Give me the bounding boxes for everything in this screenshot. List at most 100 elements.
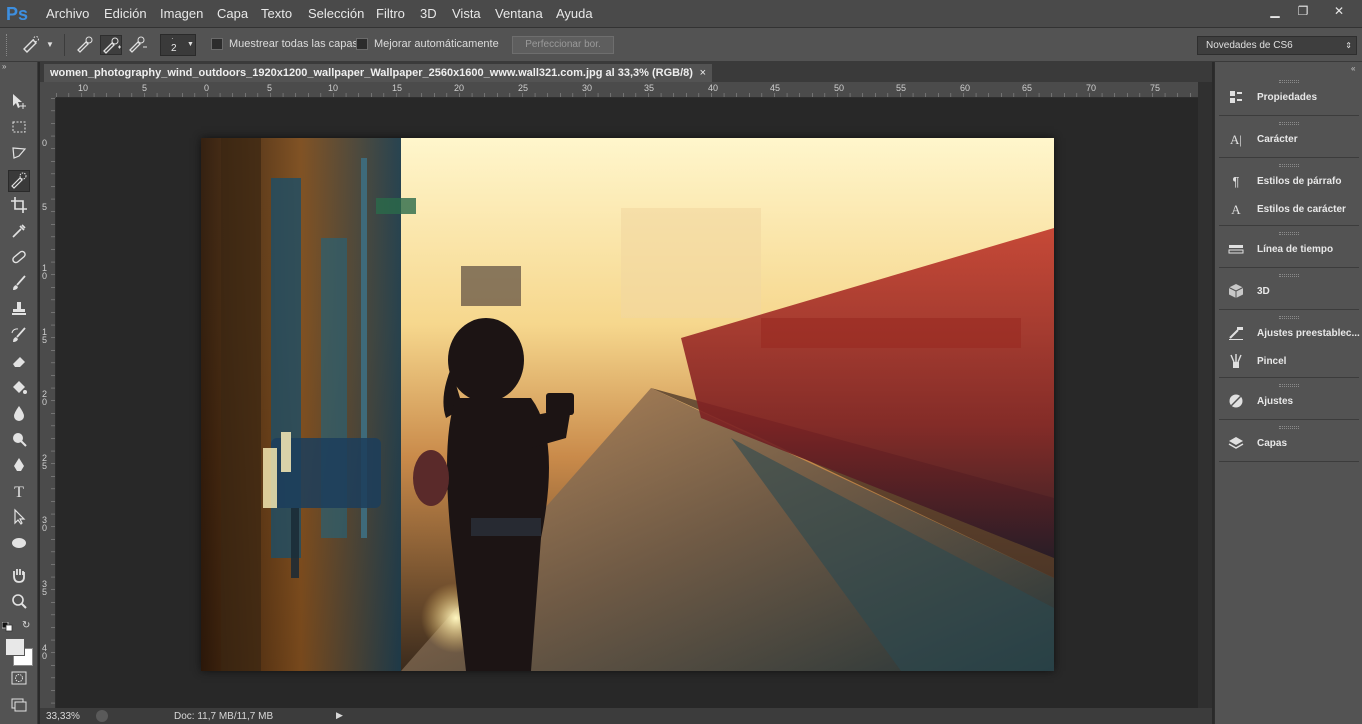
- auto-enhance-label: Mejorar automáticamente: [374, 38, 499, 50]
- type-tool-icon[interactable]: T: [8, 482, 30, 504]
- document-size: Doc: 11,7 MB/11,7 MB: [174, 711, 274, 722]
- ellipse-tool-icon[interactable]: [8, 534, 30, 556]
- ruler-origin[interactable]: [40, 82, 56, 98]
- panel-estilos-parrafo[interactable]: ¶ Estilos de párrafo: [1225, 170, 1359, 194]
- status-info-icon[interactable]: [96, 710, 108, 722]
- panel-label: Ajustes preestablec...: [1257, 328, 1360, 339]
- close-window-button[interactable]: ✕: [1326, 2, 1352, 20]
- collapse-tools-icon[interactable]: »: [2, 62, 6, 71]
- vertical-ruler[interactable]: 0 5 1 0 1 5 2 0 2 5 3 0 3 5 4 0: [40, 98, 56, 708]
- panel-grip[interactable]: [1279, 80, 1299, 83]
- brush-picker[interactable]: · 2 ▼: [160, 34, 196, 56]
- lasso-tool-icon[interactable]: [8, 144, 30, 166]
- dodge-tool-icon[interactable]: [8, 430, 30, 452]
- foreground-color-swatch[interactable]: [5, 638, 25, 656]
- layers-icon: [1227, 435, 1245, 453]
- auto-enhance-checkbox[interactable]: [356, 38, 368, 50]
- panel-ajustes[interactable]: Ajustes: [1225, 390, 1359, 414]
- panel-grip[interactable]: [1279, 232, 1299, 235]
- move-tool-icon[interactable]: [8, 92, 30, 114]
- workspace-select[interactable]: Novedades de CS6 ⇕: [1197, 36, 1357, 55]
- menu-3d[interactable]: 3D: [420, 6, 437, 21]
- pen-tool-icon[interactable]: [8, 456, 30, 478]
- horizontal-ruler[interactable]: 10 5 0 5 10 15 20 25 30 35 40 45 50 55 6…: [56, 82, 1198, 98]
- workspace-dropdown-icon: ⇕: [1345, 41, 1352, 50]
- options-bar: ▼ · 2 ▼ Muestrear todas las capas Mejora…: [0, 28, 1362, 62]
- panel-capas[interactable]: Capas: [1225, 432, 1359, 456]
- subtract-from-selection-icon[interactable]: [126, 35, 148, 55]
- document-tab[interactable]: women_photography_wind_outdoors_1920x120…: [44, 64, 712, 82]
- menu-ayuda[interactable]: Ayuda: [556, 6, 593, 21]
- menu-filtro[interactable]: Filtro: [376, 6, 405, 21]
- default-colors-icon[interactable]: [1, 621, 14, 632]
- document-image[interactable]: [201, 138, 1054, 671]
- blur-tool-icon[interactable]: [8, 404, 30, 426]
- document-tab-bar: women_photography_wind_outdoors_1920x120…: [40, 62, 1212, 82]
- zoom-tool-icon[interactable]: [8, 592, 30, 614]
- panel-label: Línea de tiempo: [1257, 244, 1334, 255]
- collapse-dock-icon[interactable]: «: [1351, 64, 1355, 73]
- menu-vista[interactable]: Vista: [452, 6, 481, 21]
- menu-archivo[interactable]: Archivo: [46, 6, 89, 21]
- crop-tool-icon[interactable]: [8, 196, 30, 218]
- add-to-selection-icon[interactable]: [100, 35, 122, 55]
- preset-dropdown-icon[interactable]: ▼: [46, 40, 54, 49]
- panel-grip[interactable]: [1279, 384, 1299, 387]
- panel-label: Capas: [1257, 438, 1288, 449]
- menu-texto[interactable]: Texto: [261, 6, 292, 21]
- quick-mask-icon[interactable]: [8, 670, 30, 692]
- hand-tool-icon[interactable]: [8, 566, 30, 588]
- path-selection-tool-icon[interactable]: [8, 508, 30, 530]
- panel-ajustes-preestablecidos[interactable]: Ajustes preestablec...: [1225, 322, 1360, 346]
- clone-stamp-tool-icon[interactable]: [8, 300, 30, 322]
- panel-pincel[interactable]: Pincel: [1225, 350, 1359, 374]
- status-menu-arrow-icon[interactable]: ▶: [336, 710, 343, 721]
- minimize-button[interactable]: ▁: [1262, 2, 1288, 20]
- paint-bucket-tool-icon[interactable]: [8, 378, 30, 400]
- character-icon: A|: [1230, 132, 1242, 147]
- restore-button[interactable]: ❐: [1290, 2, 1316, 20]
- new-selection-icon[interactable]: [74, 35, 96, 55]
- marquee-tool-icon[interactable]: [8, 118, 30, 140]
- sample-all-layers-checkbox[interactable]: [211, 38, 223, 50]
- zoom-level[interactable]: 33,33%: [46, 711, 80, 722]
- panel-grip[interactable]: [1279, 122, 1299, 125]
- panel-3d[interactable]: 3D: [1225, 280, 1359, 304]
- vertical-scrollbar[interactable]: [1198, 82, 1212, 708]
- swap-colors-icon[interactable]: ↻: [22, 620, 30, 631]
- menu-imagen[interactable]: Imagen: [160, 6, 203, 21]
- panel-label: 3D: [1257, 286, 1270, 297]
- tab-close-icon[interactable]: ×: [700, 64, 706, 82]
- panel-label: Ajustes: [1257, 396, 1294, 407]
- panel-grip[interactable]: [1279, 426, 1299, 429]
- eyedropper-tool-icon[interactable]: [8, 222, 30, 244]
- menu-ventana[interactable]: Ventana: [495, 6, 543, 21]
- eraser-tool-icon[interactable]: [8, 352, 30, 374]
- ruler-label: 0: [42, 138, 48, 148]
- panel-label: Estilos de párrafo: [1257, 176, 1342, 187]
- panel-caracter[interactable]: A| Carácter: [1225, 128, 1359, 152]
- spot-healing-tool-icon[interactable]: [8, 248, 30, 270]
- history-brush-tool-icon[interactable]: [8, 326, 30, 348]
- menu-capa[interactable]: Capa: [217, 6, 248, 21]
- panel-group-3d: 3D: [1219, 270, 1359, 310]
- quick-selection-preset-icon[interactable]: [20, 35, 42, 55]
- panel-label: Propiedades: [1257, 92, 1318, 103]
- options-grip[interactable]: [6, 34, 10, 56]
- photoshop-logo: Ps: [6, 4, 29, 24]
- panel-grip[interactable]: [1279, 164, 1299, 167]
- quick-selection-tool-icon[interactable]: [8, 170, 30, 192]
- screen-mode-icon[interactable]: [8, 696, 30, 718]
- brush-tool-icon[interactable]: [8, 274, 30, 296]
- panel-group-timeline: Línea de tiempo: [1219, 228, 1359, 268]
- menu-seleccion[interactable]: Selección: [308, 6, 364, 21]
- panel-estilos-caracter[interactable]: A Estilos de carácter: [1225, 198, 1359, 222]
- panel-grip[interactable]: [1279, 316, 1299, 319]
- panel-linea-de-tiempo[interactable]: Línea de tiempo: [1225, 238, 1359, 262]
- properties-icon: [1227, 89, 1245, 107]
- panel-propiedades[interactable]: Propiedades: [1225, 86, 1359, 110]
- panel-grip[interactable]: [1279, 274, 1299, 277]
- refine-edge-button[interactable]: Perfeccionar bor.: [512, 36, 614, 54]
- canvas-area[interactable]: [56, 98, 1198, 708]
- menu-edicion[interactable]: Edición: [104, 6, 147, 21]
